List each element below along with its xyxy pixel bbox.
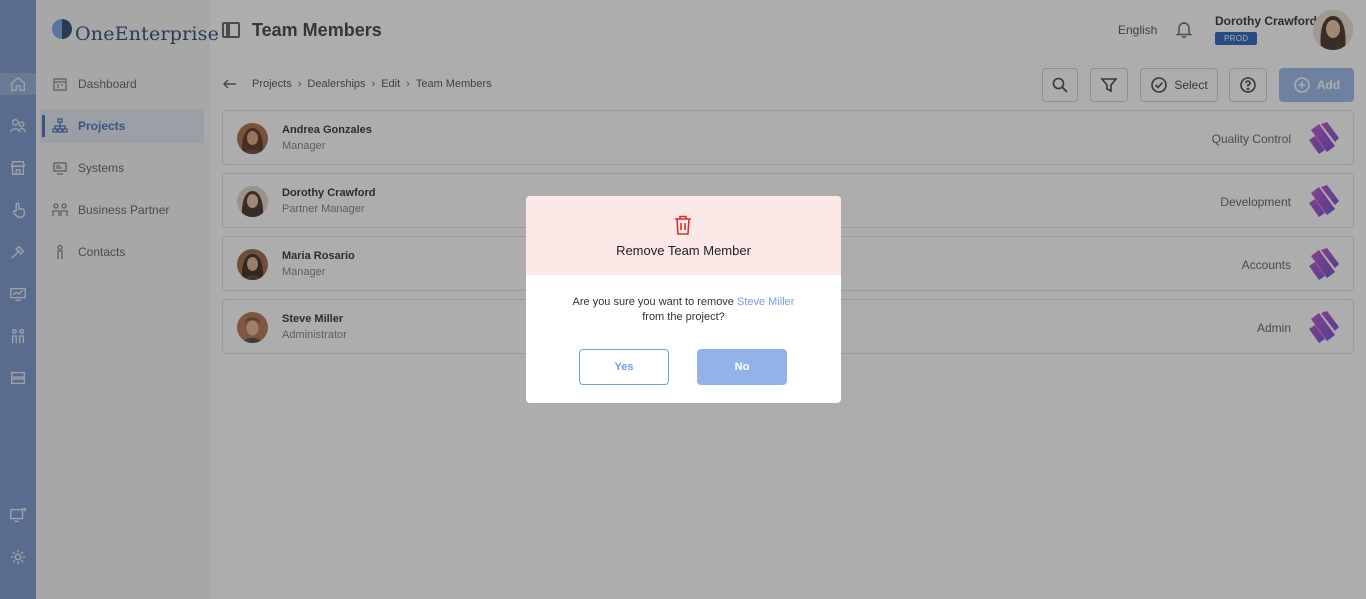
dialog-message-prefix: Are you sure you want to remove <box>572 296 734 308</box>
trash-icon <box>673 214 693 236</box>
dialog-message: Are you sure you want to remove Steve Mi… <box>546 295 821 325</box>
no-button[interactable]: No <box>697 349 787 385</box>
dialog-message-suffix: from the project? <box>642 311 725 323</box>
dialog-title: Remove Team Member <box>616 243 751 258</box>
yes-button[interactable]: Yes <box>579 349 669 385</box>
dialog-member-name: Steve Miller <box>737 296 795 308</box>
remove-member-dialog: Remove Team Member Are you sure you want… <box>526 196 841 403</box>
